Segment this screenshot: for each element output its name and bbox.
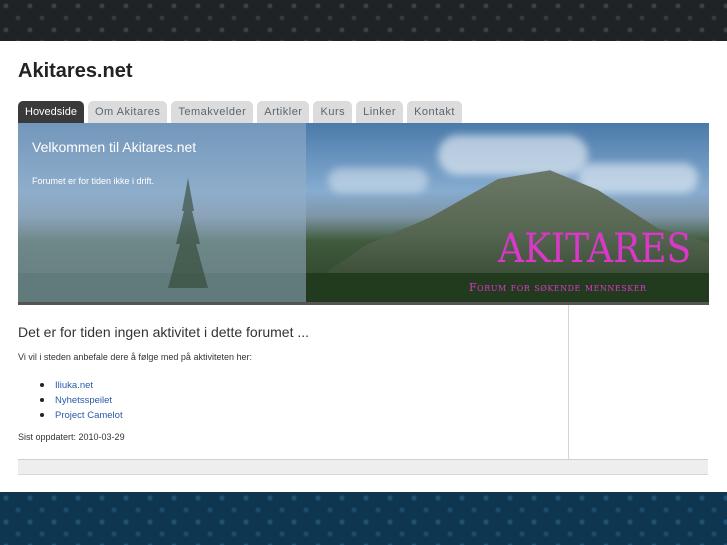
main-intro: Vi vil i steden anbefale dere å følge me… [18,352,252,362]
cloud-shape [438,135,588,175]
tab-temakvelder[interactable]: Temakvelder [171,101,254,123]
tab-linker[interactable]: Linker [356,101,404,123]
main-heading: Det er for tiden ingen aktivitet i dette… [18,324,310,340]
recommended-links: Iliuka.net Nyhetsspeilet Project Camelot [40,378,123,423]
tab-kontakt[interactable]: Kontakt [407,101,462,123]
tab-kurs[interactable]: Kurs [313,101,353,123]
top-pattern-band [0,0,727,41]
link-project-camelot[interactable]: Project Camelot [40,408,123,423]
link-nyhetsspeilet[interactable]: Nyhetsspeilet [40,393,123,408]
cloud-shape [578,163,698,193]
tab-om-akitares[interactable]: Om Akitares [87,101,168,123]
spruce-tree-shape [168,178,208,288]
brand-tagline: Forum for søkende mennesker [469,281,647,294]
forum-status-text: Forumet er for tiden ikke i drift. [32,176,155,186]
site-title[interactable]: Akitares.net [18,60,133,83]
footer-bar [18,459,708,475]
banner-text-overlay: Velkommen til Akitares.net Forumet er fo… [18,123,306,302]
brand-logo-text: AKITARES [498,226,692,272]
last-updated: Sist oppdatert: 2010-03-29 [18,432,125,442]
bottom-pattern-band [0,492,727,545]
banner-divider [18,302,709,305]
header-banner: Velkommen til Akitares.net Forumet er fo… [18,123,709,302]
welcome-heading: Velkommen til Akitares.net [32,139,197,155]
column-divider [568,305,569,459]
tab-hovedside[interactable]: Hovedside [18,101,84,123]
cloud-shape [328,168,428,193]
main-nav: Hovedside Om Akitares Temakvelder Artikl… [18,101,462,123]
link-iliuka[interactable]: Iliuka.net [40,378,123,393]
tab-artikler[interactable]: Artikler [257,101,310,123]
